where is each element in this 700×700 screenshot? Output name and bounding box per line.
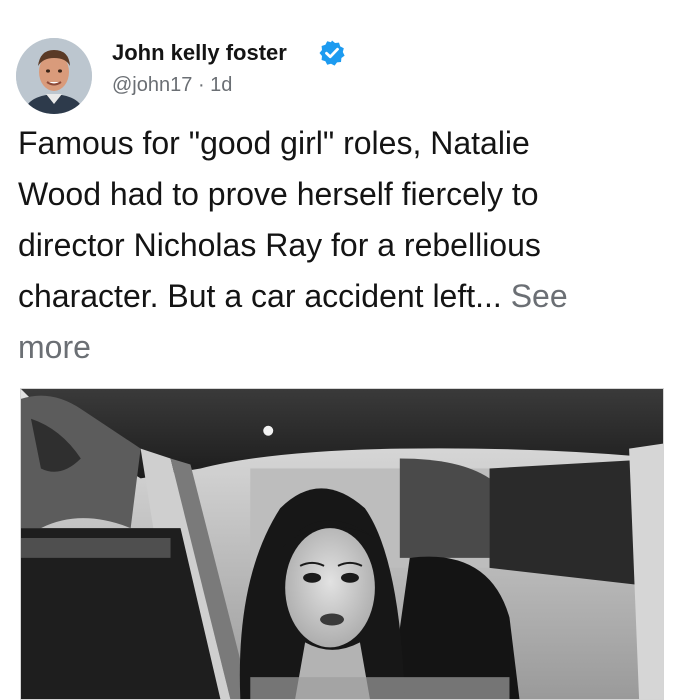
post-meta: @john17 · 1d [112,72,232,98]
meta-separator: · [197,74,205,96]
author-name[interactable]: John kelly foster [112,38,287,68]
verified-badge-icon [319,40,345,66]
post-text: Famous for "good girl" roles, Natalie Wo… [18,118,690,373]
see-more-link[interactable]: See [511,278,568,314]
post-photo[interactable] [20,388,664,700]
author-avatar[interactable] [16,38,92,114]
social-post: John kelly foster @john17 · 1d Famous fo… [0,0,700,700]
author-handle[interactable]: @john17 [112,74,192,96]
car-photo-icon [21,389,663,699]
post-text-line: director Nicholas Ray for a rebellious [18,227,541,263]
see-more-link-continued[interactable]: more [18,322,690,373]
post-text-line: Famous for "good girl" roles, Natalie [18,125,530,161]
avatar-portrait-icon [16,38,92,114]
post-timestamp[interactable]: 1d [210,74,232,96]
post-text-line: Wood had to prove herself fiercely to [18,176,539,212]
post-text-line-last: character. But a car accident left... Se… [18,271,690,322]
post-text-line-content: character. But a car accident left... [18,278,502,314]
